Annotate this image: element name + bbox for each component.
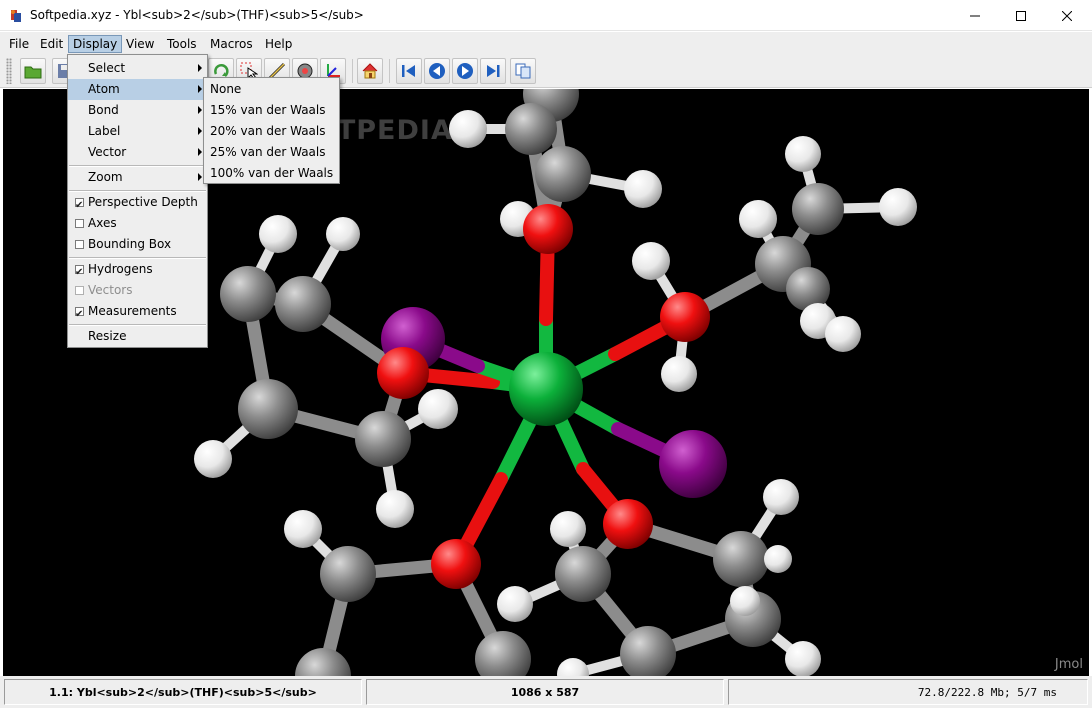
toolbar-separator <box>389 59 390 83</box>
maximize-icon <box>1016 10 1026 21</box>
menu-item-label: Hydrogens <box>88 262 153 276</box>
status-memory: 72.8/222.8 Mb; 5/7 ms <box>728 679 1088 705</box>
menu-item-label: Label <box>88 124 121 138</box>
menu-item-hydrogens[interactable]: Hydrogens <box>68 259 207 283</box>
menu-item-atom[interactable]: Atom <box>68 79 207 100</box>
menu-tools[interactable]: Tools <box>163 35 201 53</box>
menu-item-vector[interactable]: Vector <box>68 142 207 163</box>
status-size: 1086 x 587 <box>366 679 724 705</box>
menu-item-bond[interactable]: Bond <box>68 100 207 121</box>
menu-item-perspective-depth[interactable]: Perspective Depth <box>68 192 207 216</box>
atom-submenu: None 15% van der Waals 20% van der Waals… <box>203 77 340 184</box>
atom-size-20-vdw[interactable]: 20% van der Waals <box>204 121 339 142</box>
last-frame-button[interactable] <box>480 58 506 84</box>
menu-item-vectors: Vectors <box>68 280 207 301</box>
atom-size-none[interactable]: None <box>204 79 339 100</box>
atom-size-15-vdw[interactable]: 15% van der Waals <box>204 100 339 121</box>
jmol-brand-label: Jmol <box>1054 657 1083 672</box>
menu-edit[interactable]: Edit <box>36 35 67 53</box>
menu-item-label[interactable]: Label <box>68 121 207 142</box>
atom-size-25-vdw[interactable]: 25% van der Waals <box>204 142 339 163</box>
copy-icon <box>515 63 531 79</box>
next-frame-icon <box>457 63 473 79</box>
display-menu: Select Atom Bond Label Vector Zoom Persp… <box>67 54 208 348</box>
toolbar-grip[interactable] <box>6 58 12 84</box>
menu-file[interactable]: File <box>5 35 33 53</box>
menu-item-label: Vector <box>88 145 127 159</box>
menu-item-label: Select <box>88 61 126 75</box>
menu-display[interactable]: Display <box>68 35 123 53</box>
menu-item-label: Bond <box>88 103 119 117</box>
toolbar-separator <box>352 59 353 83</box>
checkbox-icon <box>75 219 84 228</box>
submenu-arrow-icon <box>198 148 202 156</box>
window-title: Softpedia.xyz - Ybl<sub>2</sub>(THF)<sub… <box>30 8 364 22</box>
first-frame-button[interactable] <box>396 58 422 84</box>
home-button[interactable] <box>357 58 383 84</box>
menu-item-label: Atom <box>88 82 120 96</box>
menu-item-label: Bounding Box <box>88 237 172 251</box>
copy-button[interactable] <box>510 58 536 84</box>
checkbox-icon <box>75 286 84 295</box>
prev-frame-icon <box>429 63 445 79</box>
menu-item-select[interactable]: Select <box>68 58 207 79</box>
menu-help[interactable]: Help <box>261 35 296 53</box>
menu-item-resize[interactable]: Resize <box>68 326 207 347</box>
submenu-arrow-icon <box>198 173 202 181</box>
open-folder-icon <box>24 66 42 79</box>
first-frame-icon <box>402 65 415 77</box>
submenu-arrow-icon <box>198 85 202 93</box>
minimize-button[interactable] <box>952 0 998 31</box>
close-button[interactable] <box>1044 0 1090 31</box>
next-frame-button[interactable] <box>452 58 478 84</box>
menu-item-label: Resize <box>88 329 127 343</box>
menu-item-label: Zoom <box>88 170 123 184</box>
home-icon <box>362 63 378 79</box>
menu-item-label: Perspective Depth <box>88 195 198 209</box>
menu-item-bounding-box[interactable]: Bounding Box <box>68 234 207 255</box>
menu-item-zoom[interactable]: Zoom <box>68 167 207 188</box>
checkbox-icon <box>75 240 84 249</box>
checkbox-checked-icon <box>75 195 84 216</box>
menu-item-label: Vectors <box>88 283 133 297</box>
checkbox-checked-icon <box>75 304 84 325</box>
menu-view[interactable]: View <box>122 35 158 53</box>
menu-item-measurements[interactable]: Measurements <box>68 301 207 325</box>
menu-item-axes[interactable]: Axes <box>68 213 207 234</box>
title-bar: Softpedia.xyz - Ybl<sub>2</sub>(THF)<sub… <box>0 0 1092 31</box>
menu-item-label: Axes <box>88 216 117 230</box>
submenu-arrow-icon <box>198 127 202 135</box>
submenu-arrow-icon <box>198 106 202 114</box>
maximize-button[interactable] <box>998 0 1044 31</box>
open-button[interactable] <box>20 58 46 84</box>
close-icon <box>1062 10 1072 21</box>
prev-frame-button[interactable] <box>424 58 450 84</box>
submenu-arrow-icon <box>198 64 202 72</box>
jmol-app-icon <box>11 10 21 22</box>
status-bar: 1.1: Ybl<sub>2</sub>(THF)<sub>5</sub> 10… <box>0 676 1092 708</box>
atom-size-100-vdw[interactable]: 100% van der Waals <box>204 163 339 184</box>
last-frame-icon <box>487 65 500 77</box>
menu-bar: File Edit Display View Tools Macros Help <box>0 32 1092 54</box>
menu-macros[interactable]: Macros <box>206 35 257 53</box>
minimize-icon <box>970 15 980 16</box>
status-model: 1.1: Ybl<sub>2</sub>(THF)<sub>5</sub> <box>4 679 362 705</box>
checkbox-checked-icon <box>75 262 84 283</box>
menu-item-label: Measurements <box>88 304 177 318</box>
